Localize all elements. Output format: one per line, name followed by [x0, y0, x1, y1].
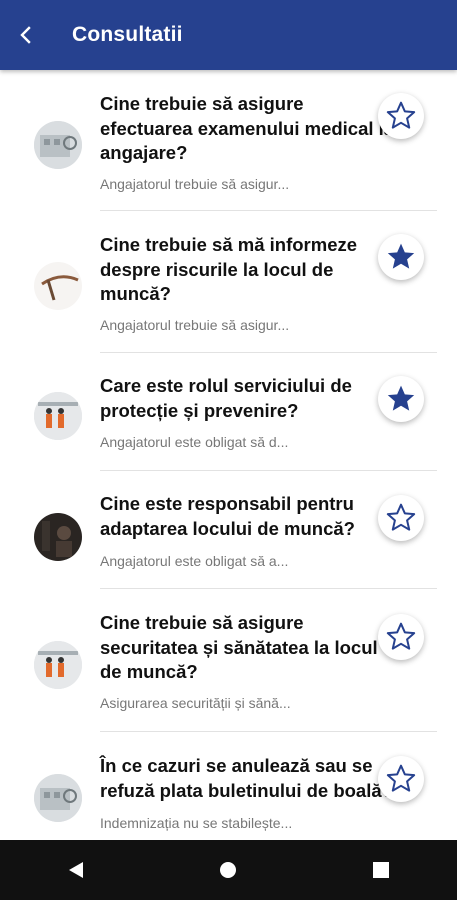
- list-item[interactable]: Cine trebuie să asigure efectuarea exame…: [0, 70, 457, 211]
- system-navigation-bar: [0, 840, 457, 900]
- question-line: Cine trebuie să asigure: [100, 93, 304, 114]
- list-item[interactable]: În ce cazuri se anulează sau se refuză p…: [0, 732, 457, 840]
- building-thumbnail: [34, 121, 82, 169]
- question-line: Cine este responsabil pentru: [100, 493, 354, 514]
- question-line: despre riscurile la locul de: [100, 258, 334, 280]
- list-item[interactable]: Cine trebuie să asigure securitatea și s…: [0, 589, 457, 732]
- question-line: În ce cazuri se anulează sau se: [100, 755, 373, 776]
- question-line: adaptarea locului de muncă?: [100, 517, 355, 539]
- question-line: securitatea și sănătatea la locul: [100, 636, 378, 658]
- worker-thumbnail: [34, 513, 82, 561]
- workers-thumbnail: [34, 392, 82, 440]
- favorite-button[interactable]: [378, 756, 424, 802]
- star-filled-icon: [387, 243, 415, 269]
- answer-snippet: Asigurarea securității și sănă...: [100, 695, 291, 711]
- pickaxe-thumbnail: [34, 262, 82, 310]
- question-line: muncă?: [100, 283, 171, 304]
- question-title: Cine trebuie să asigure securitatea și s…: [100, 611, 400, 685]
- question-line: refuză plata buletinului de boală?: [100, 779, 393, 801]
- question-line: Cine trebuie să mă informeze: [100, 234, 358, 255]
- question-line: Care este rolul serviciului de: [100, 375, 352, 396]
- nav-home-button[interactable]: [198, 840, 258, 900]
- workers-thumbnail: [34, 641, 82, 689]
- question-title: Care este rolul serviciului de protecție…: [100, 374, 400, 423]
- question-title: Cine este responsabil pentru adaptarea l…: [100, 492, 400, 541]
- answer-snippet: Angajatorul trebuie să asigur...: [100, 317, 290, 333]
- back-button[interactable]: [0, 0, 52, 70]
- back-arrow-icon: [20, 26, 31, 44]
- question-title: Cine trebuie să mă informeze despre risc…: [100, 233, 400, 307]
- answer-snippet: Angajatorul este obligat să a...: [100, 553, 289, 569]
- building-thumbnail: [34, 774, 82, 822]
- question-line: Cine trebuie să asigure: [100, 612, 304, 633]
- question-line: de muncă?: [100, 661, 198, 682]
- star-outline-icon: [386, 764, 416, 792]
- star-filled-icon: [387, 385, 415, 411]
- list-item[interactable]: Cine este responsabil pentru adaptarea l…: [0, 471, 457, 589]
- screen: Consultatii Cine trebuie să asigure efec…: [0, 0, 457, 840]
- page-title: Consultatii: [72, 23, 183, 46]
- favorite-button[interactable]: [378, 376, 424, 422]
- triangle-back-icon: [69, 862, 84, 878]
- list-item[interactable]: Care este rolul serviciului de protecție…: [0, 353, 457, 471]
- answer-snippet: Angajatorul este obligat să d...: [100, 434, 289, 450]
- nav-back-button[interactable]: [46, 840, 106, 900]
- question-title: În ce cazuri se anulează sau se refuză p…: [100, 754, 400, 803]
- app-bar: Consultatii: [0, 0, 457, 70]
- answer-snippet: Angajatorul trebuie să asigur...: [100, 176, 290, 192]
- square-recents-icon: [372, 862, 389, 878]
- favorite-button[interactable]: [378, 93, 424, 139]
- favorite-button[interactable]: [378, 614, 424, 660]
- question-title: Cine trebuie să asigure efectuarea exame…: [100, 92, 400, 166]
- answer-snippet: Indemnizația nu se stabilește...: [100, 815, 293, 831]
- question-line: efectuarea examenului medical la: [100, 117, 395, 139]
- favorite-button[interactable]: [378, 234, 424, 280]
- star-outline-icon: [386, 101, 416, 129]
- circle-home-icon: [220, 862, 237, 878]
- nav-recents-button[interactable]: [351, 840, 411, 900]
- question-line: protecție și prevenire?: [100, 399, 299, 421]
- star-outline-icon: [386, 622, 416, 650]
- question-line: angajare?: [100, 142, 188, 163]
- star-outline-icon: [386, 503, 416, 531]
- favorite-button[interactable]: [378, 495, 424, 541]
- list-item[interactable]: Cine trebuie să mă informeze despre risc…: [0, 211, 457, 353]
